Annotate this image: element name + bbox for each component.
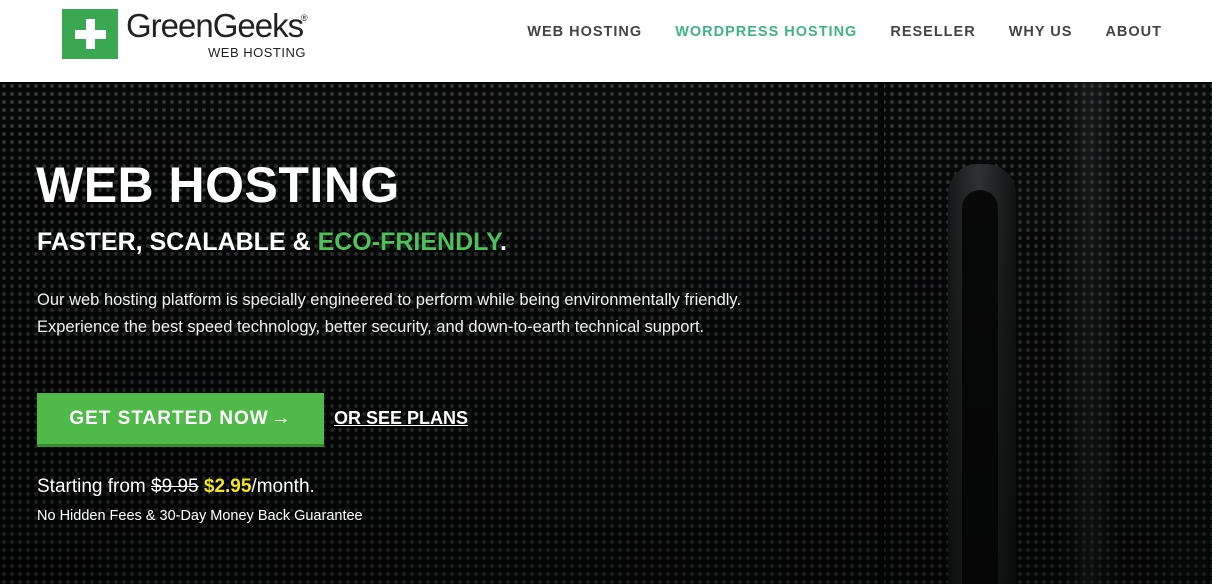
main-nav: WEB HOSTING WORDPRESS HOSTING RESELLER W… [494,24,1162,40]
brand-subtitle: WEB HOSTING [208,45,306,60]
hero-title: WEB HOSTING [36,157,400,213]
subtitle-prefix: FASTER, SCALABLE & [37,228,318,256]
get-started-label: GET STARTED NOW [69,407,269,429]
guarantee-text: No Hidden Fees & 30-Day Money Back Guara… [37,508,363,524]
nav-why-us[interactable]: WHY US [1009,24,1073,40]
price-line: Starting from $9.95 $2.95/month. [37,476,315,498]
price-suffix: /month. [251,476,315,497]
registered-mark: ® [301,13,308,23]
arrow-right-icon: → [270,407,292,429]
get-started-button[interactable]: GET STARTED NOW → [37,393,324,444]
subtitle-highlight: ECO-FRIENDLY [317,228,501,256]
nav-about[interactable]: ABOUT [1105,24,1162,40]
hero-subtitle: FASTER, SCALABLE & ECO-FRIENDLY. [37,228,507,257]
brand-name: GreenGeeks [126,7,304,44]
nav-wordpress-hosting[interactable]: WORDPRESS HOSTING [675,24,857,40]
nav-web-hosting[interactable]: WEB HOSTING [527,24,642,40]
brand-logo[interactable]: GreenGeeks ® WEB HOSTING [62,7,308,61]
logo-text: GreenGeeks ® WEB HOSTING [126,7,308,61]
hero-description: Our web hosting platform is specially en… [37,291,742,336]
new-price: $2.95 [203,476,252,497]
hero-section: WEB HOSTING FASTER, SCALABLE & ECO-FRIEN… [0,82,1212,584]
see-plans-link[interactable]: OR SEE PLANS [334,408,468,429]
site-header: GreenGeeks ® WEB HOSTING WEB HOSTING WOR… [0,0,1212,82]
old-price: $9.95 [151,476,199,497]
subtitle-suffix: . [500,228,507,256]
price-prefix: Starting from [37,476,152,497]
nav-reseller[interactable]: RESELLER [890,24,975,40]
plus-logo-icon [62,9,118,59]
